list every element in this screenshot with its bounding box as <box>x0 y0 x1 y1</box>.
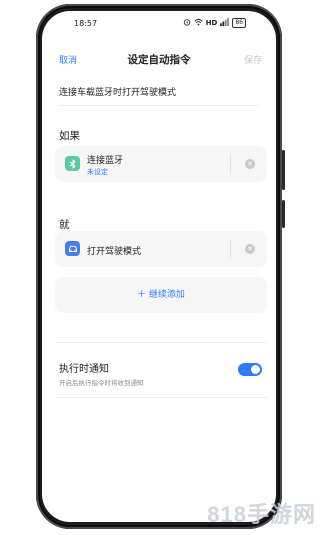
battery-indicator: 86 <box>232 18 246 28</box>
action-section-label: 就 <box>59 219 70 231</box>
network-badge: HD <box>205 19 218 27</box>
save-button[interactable]: 保存 <box>244 53 262 66</box>
watermark-text: 818手游网 <box>207 502 316 527</box>
action-card-drive-mode[interactable]: 打开驾驶模式 ✕ <box>55 231 267 267</box>
page-title: 设定自动指令 <box>127 54 191 66</box>
top-bar: 取消 设定自动指令 保存 <box>42 53 276 71</box>
section-divider <box>55 397 267 398</box>
notify-toggle[interactable] <box>238 363 262 376</box>
status-bar: 18:57 HD 86 <box>42 11 276 35</box>
notify-title: 执行时通知 <box>59 364 109 375</box>
signal-icon <box>220 18 230 28</box>
command-name-input[interactable]: 连接车载蓝牙时打开驾驶模式 <box>59 85 259 106</box>
power-button <box>282 200 285 228</box>
remove-condition-icon[interactable]: ✕ <box>245 159 255 169</box>
condition-title: 连接蓝牙 <box>87 156 124 166</box>
car-icon <box>65 241 80 256</box>
condition-card-bluetooth[interactable]: 连接蓝牙 未设定 ✕ <box>55 146 267 182</box>
status-icons: HD 86 <box>183 18 246 28</box>
phone-screen: 18:57 HD 86 取消 设定自动指令 保存 连接车载蓝牙时打开驾驶模式 如… <box>42 11 276 522</box>
condition-section-label: 如果 <box>59 130 80 142</box>
card-divider <box>230 155 231 173</box>
notify-subtitle: 开启后执行指令时将收到通知 <box>59 379 144 387</box>
volume-button <box>282 150 285 190</box>
alarm-icon <box>183 18 191 28</box>
wifi-icon <box>194 18 203 28</box>
remove-action-icon[interactable]: ✕ <box>245 244 255 254</box>
action-title: 打开驾驶模式 <box>87 247 142 257</box>
section-divider <box>55 342 267 343</box>
condition-subtitle: 未设定 <box>87 168 108 176</box>
bluetooth-icon <box>65 156 80 171</box>
status-time: 18:57 <box>74 19 98 28</box>
add-more-button[interactable]: ＋ 继续添加 <box>55 277 267 313</box>
card-divider <box>230 240 231 258</box>
toggle-knob <box>251 365 260 374</box>
